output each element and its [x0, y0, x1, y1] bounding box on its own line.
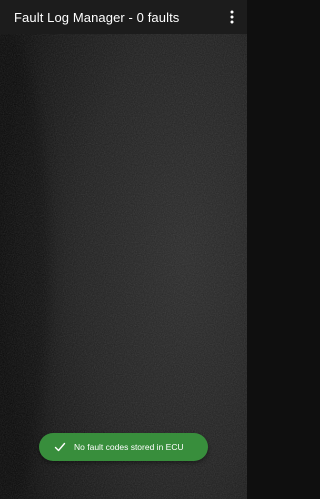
app-bar: Fault Log Manager - 0 faults	[0, 0, 247, 34]
background-image	[0, 0, 247, 499]
background-texture	[0, 0, 247, 499]
check-icon	[54, 441, 66, 453]
app-title: Fault Log Manager - 0 faults	[14, 9, 180, 25]
snackbar-message: No fault codes stored in ECU	[74, 442, 184, 452]
more-vert-icon	[230, 10, 234, 24]
status-snackbar: No fault codes stored in ECU	[39, 433, 208, 461]
more-options-button[interactable]	[223, 5, 241, 29]
